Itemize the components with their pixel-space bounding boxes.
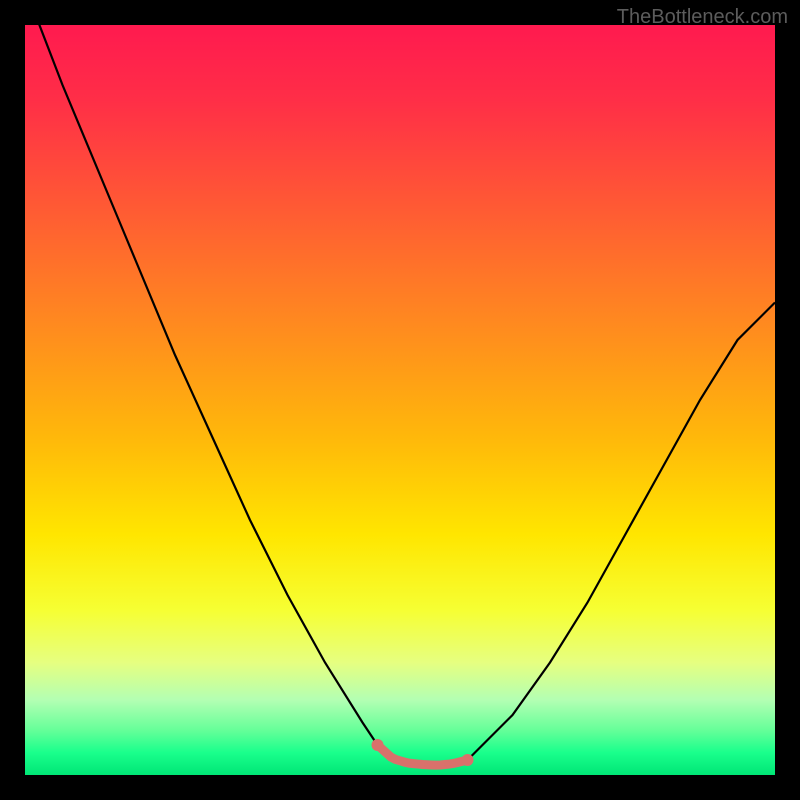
- chart-svg: [25, 25, 775, 775]
- optimal-start-dot: [372, 739, 384, 751]
- bottleneck-chart: [25, 25, 775, 775]
- gradient-background: [25, 25, 775, 775]
- optimal-end-dot: [462, 754, 474, 766]
- watermark-text: TheBottleneck.com: [617, 6, 788, 29]
